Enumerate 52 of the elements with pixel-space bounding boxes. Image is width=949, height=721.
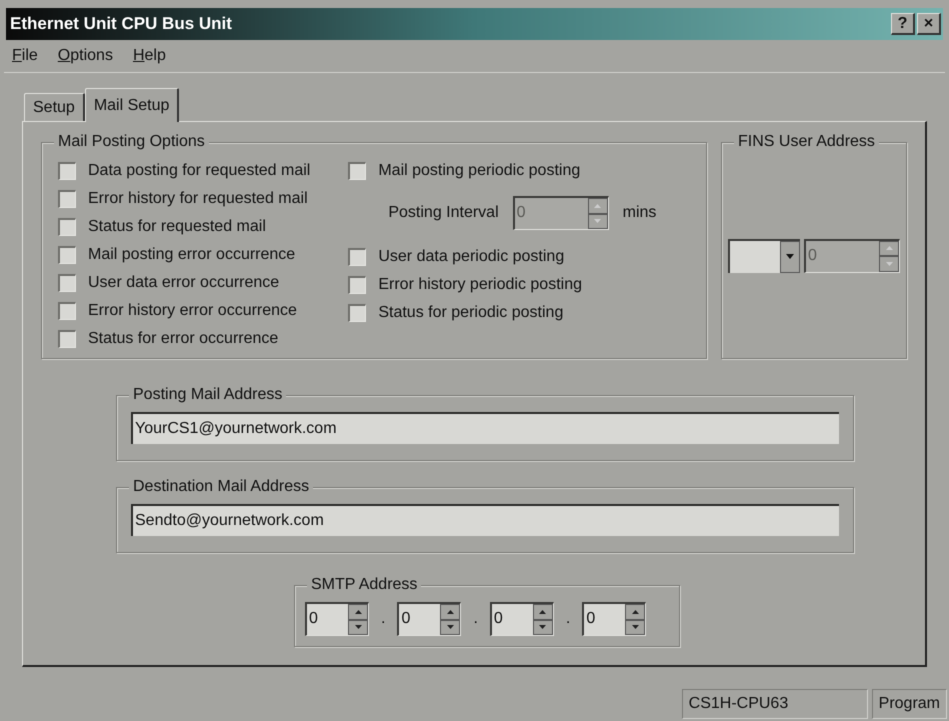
checkbox-label: Data posting for requested mail bbox=[88, 161, 310, 181]
checkbox-label: Error history for requested mail bbox=[88, 189, 308, 209]
spin-down-icon[interactable] bbox=[625, 620, 646, 635]
checkbox-label: Status for error occurrence bbox=[88, 329, 278, 349]
checkbox[interactable] bbox=[58, 162, 76, 180]
checkbox[interactable] bbox=[58, 330, 76, 348]
spin-field[interactable]: 0 bbox=[305, 602, 369, 636]
checkbox[interactable] bbox=[58, 274, 76, 292]
separator: . bbox=[380, 609, 386, 629]
status-field: CS1H-CPU63 bbox=[682, 689, 868, 719]
spin-up-icon[interactable] bbox=[348, 604, 368, 620]
dropdown[interactable] bbox=[728, 238, 800, 272]
status-field: Program bbox=[872, 689, 947, 719]
checkbox[interactable] bbox=[58, 190, 76, 208]
checkbox[interactable] bbox=[348, 304, 366, 322]
help-button[interactable]: ? bbox=[891, 13, 915, 35]
spin-field[interactable]: 0 bbox=[582, 602, 646, 636]
checkbox-label: Error history error occurrence bbox=[88, 301, 297, 321]
checkbox-label: User data periodic posting bbox=[378, 247, 564, 267]
checkbox[interactable] bbox=[58, 302, 76, 320]
spin-up-icon[interactable] bbox=[625, 604, 646, 620]
menu-item[interactable]: File bbox=[12, 44, 38, 68]
checkbox-label: Mail posting error occurrence bbox=[88, 245, 296, 265]
email-field[interactable]: YourCS1@yournetwork.com bbox=[131, 412, 839, 444]
separator: . bbox=[472, 609, 479, 629]
spin-up-icon[interactable] bbox=[532, 604, 553, 620]
spin-down-icon[interactable] bbox=[532, 620, 553, 635]
close-button[interactable]: × bbox=[917, 13, 941, 35]
checkbox-label: Error history periodic posting bbox=[378, 275, 582, 295]
spin-up-icon[interactable] bbox=[440, 604, 460, 620]
spin-field[interactable]: 0 bbox=[397, 602, 462, 636]
checkbox-label: Status for periodic posting bbox=[378, 303, 564, 323]
unit-label: mins bbox=[622, 203, 656, 223]
checkbox[interactable] bbox=[348, 276, 366, 294]
checkbox-label: Mail posting periodic posting bbox=[378, 161, 580, 181]
window-title: Ethernet Unit CPU Bus Unit bbox=[10, 13, 232, 36]
checkbox[interactable] bbox=[348, 248, 366, 266]
separator: . bbox=[564, 609, 572, 629]
checkbox-label: Status for requested mail bbox=[88, 217, 266, 237]
checkbox-label: User data error occurrence bbox=[88, 273, 280, 293]
checkbox[interactable] bbox=[58, 218, 76, 236]
spin-down-icon[interactable] bbox=[348, 620, 368, 635]
checkbox[interactable] bbox=[348, 162, 366, 180]
menu-item[interactable]: Help bbox=[132, 44, 166, 68]
checkbox[interactable] bbox=[58, 246, 76, 264]
menu-item[interactable]: Options bbox=[58, 44, 113, 68]
spin-field[interactable]: 0 bbox=[490, 602, 554, 636]
spin-down-icon[interactable] bbox=[440, 620, 460, 635]
tab[interactable]: Mail Setup bbox=[84, 88, 180, 122]
tab[interactable]: Setup bbox=[24, 93, 85, 121]
interval-label: Posting Interval bbox=[388, 203, 499, 223]
email-field[interactable]: Sendto@yournetwork.com bbox=[131, 504, 839, 536]
